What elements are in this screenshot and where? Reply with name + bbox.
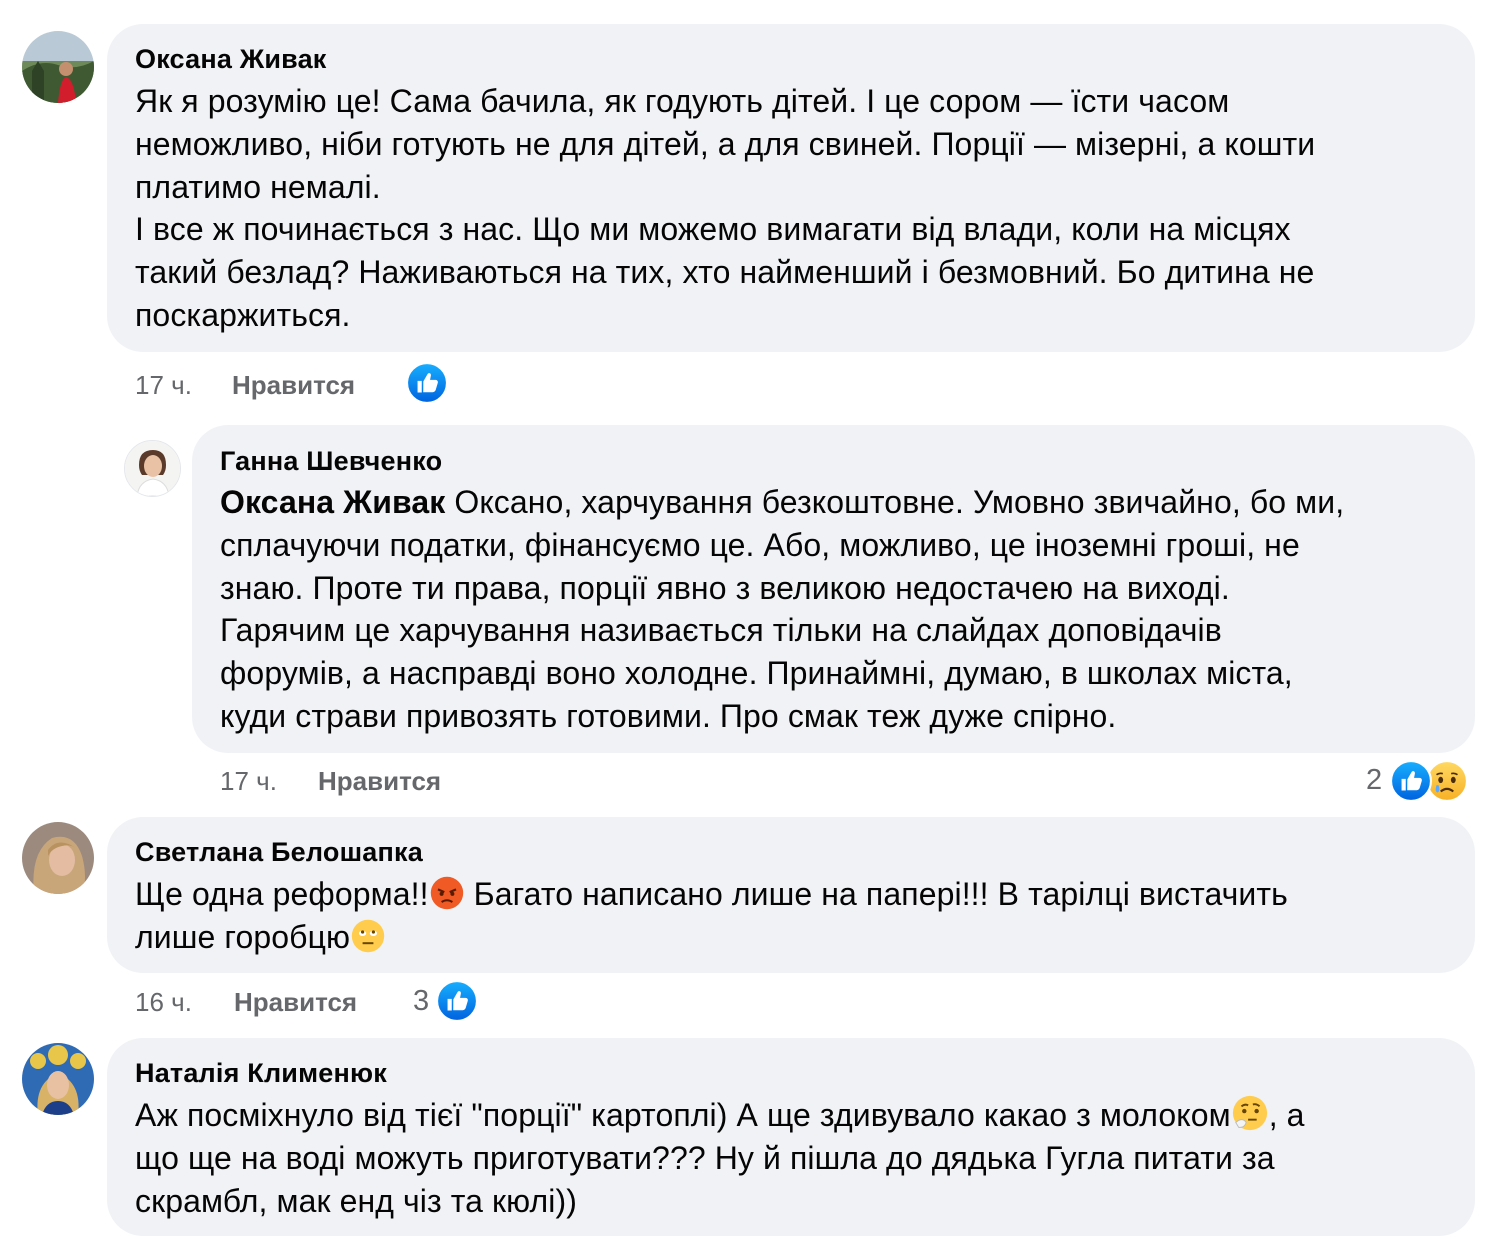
comment-line: неможливо, ніби готують не для дітей, а … <box>135 125 1316 162</box>
avatar[interactable] <box>22 822 94 894</box>
comment-line: скрамбл, мак енд чіз та кюлі)) <box>135 1182 578 1219</box>
comment-bubble: Светлана Белошапка Ще одна реформа!! Баг… <box>107 817 1475 973</box>
comment-line: Аж посміхнуло від тієї "порції" картоплі… <box>135 1094 1305 1137</box>
comment-bubble: Наталія Клименюк Аж посміхнуло від тієї … <box>107 1038 1475 1236</box>
avatar[interactable] <box>22 31 94 103</box>
comment-bubble: Оксана Живак Як я розумію це! Сама бачил… <box>107 24 1475 352</box>
comment-line: сплачуючи податки, фінансуємо це. Або, м… <box>220 526 1300 563</box>
comment-bubble: Ганна Шевченко Оксана Живак Оксано, харч… <box>192 425 1475 753</box>
like-button[interactable]: Нравится <box>318 766 441 797</box>
comment-author[interactable]: Оксана Живак <box>135 44 327 75</box>
sad-icon[interactable] <box>1426 760 1468 802</box>
comment-line-text: Ще одна реформа!! <box>135 876 429 912</box>
eye-roll-emoji-icon <box>351 919 385 952</box>
comment-text: Оксана Живак Оксано, харчування безкошто… <box>220 481 1344 738</box>
comment-line: що ще на воді можуть приготувати??? Ну й… <box>135 1139 1275 1176</box>
comment-line: куди страви привозять готовими. Про смак… <box>220 697 1117 734</box>
comment-author[interactable]: Светлана Белошапка <box>135 837 423 868</box>
comment-line-text: Багато написано лише на папері!!! В тарі… <box>464 876 1288 912</box>
reaction-count[interactable]: 2 <box>1366 764 1382 797</box>
comment-line: Гарячим це харчування називається тільки… <box>220 612 1222 649</box>
comment-line-text: , а <box>1268 1097 1305 1133</box>
like-button[interactable]: Нравится <box>234 987 357 1018</box>
comment-timestamp[interactable]: 17 ч. <box>220 766 277 797</box>
comment-line-text: Аж посміхнуло від тієї "порції" картоплі… <box>135 1097 1231 1133</box>
reaction-count[interactable]: 3 <box>413 985 429 1018</box>
like-icon[interactable] <box>406 362 448 404</box>
like-icon[interactable] <box>1390 760 1432 802</box>
comment-line-text: Оксано, харчування безкоштовне. Умовно з… <box>445 484 1345 520</box>
comment-text: Як я розумію це! Сама бачила, як годують… <box>135 80 1315 337</box>
avatar[interactable] <box>124 440 181 497</box>
angry-emoji-icon <box>430 876 463 910</box>
comment-timestamp[interactable]: 17 ч. <box>135 370 192 401</box>
comment-line: Ще одна реформа!! Багато написано лише н… <box>135 873 1288 916</box>
comment-text: Аж посміхнуло від тієї "порції" картоплі… <box>135 1094 1305 1222</box>
comment-line: такий безлад? Наживаються на тих, хто на… <box>135 254 1315 291</box>
comment-author[interactable]: Наталія Клименюк <box>135 1058 387 1089</box>
like-icon[interactable] <box>436 980 478 1022</box>
comment-line: поскаржиться. <box>135 296 351 333</box>
comment-line: знаю. Проте ти права, порції явно з вели… <box>220 569 1230 606</box>
comment-line: Оксана Живак Оксано, харчування безкошто… <box>220 481 1344 524</box>
comment-line: форумів, а насправді воно холодне. Прина… <box>220 655 1293 692</box>
comment-text: Ще одна реформа!! Багато написано лише н… <box>135 873 1288 959</box>
mention-link[interactable]: Оксана Живак <box>220 484 445 520</box>
comment-timestamp[interactable]: 16 ч. <box>135 987 192 1018</box>
comment-line: Як я розумію це! Сама бачила, як годують… <box>135 83 1230 119</box>
avatar[interactable] <box>22 1043 94 1115</box>
thinking-emoji-icon <box>1232 1095 1267 1131</box>
comment-line: І все ж починається з нас. Що ми можемо … <box>135 211 1291 248</box>
comment-line: платимо немалі. <box>135 168 381 205</box>
comment-author[interactable]: Ганна Шевченко <box>220 446 442 477</box>
comment-line-text: лише горобцю <box>135 918 351 955</box>
comment-line: лише горобцю <box>135 916 1288 959</box>
like-button[interactable]: Нравится <box>232 370 355 401</box>
